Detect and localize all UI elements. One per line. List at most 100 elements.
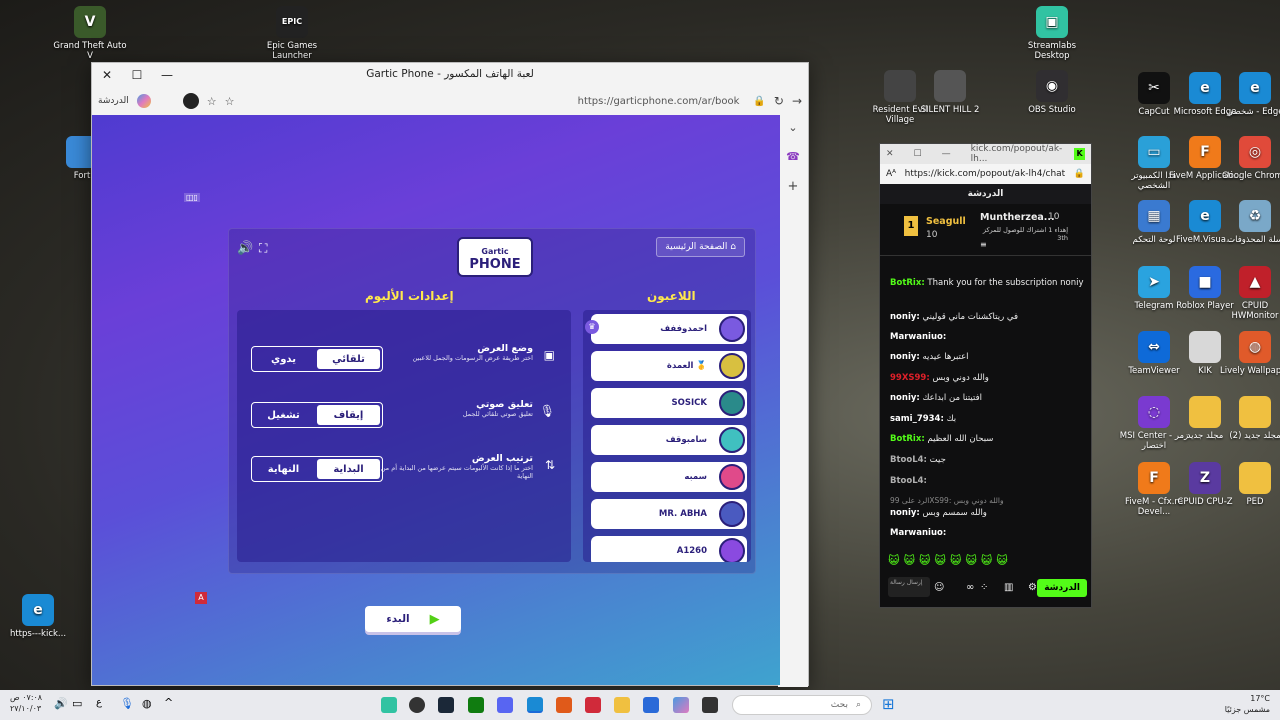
chat-username[interactable]: BotRix:	[890, 278, 925, 288]
desktop-icon[interactable]: ♻ سلة المحذوفات	[1217, 200, 1280, 245]
player-avatar	[719, 316, 745, 342]
player-avatar	[719, 427, 745, 453]
copilot-label[interactable]: الدردشة	[98, 96, 129, 106]
weather-widget[interactable]: 17°C مشمس جزئيًا	[1225, 693, 1270, 715]
chat-url[interactable]: https://kick.com/popout/ak-lh4/chat	[905, 169, 1066, 179]
copilot-icon[interactable]	[136, 94, 151, 108]
desktop-icon[interactable]: SILENT HILL 2	[912, 70, 988, 115]
url-field[interactable]: https://garticphone.com/ar/book	[242, 96, 745, 107]
setting-option-on[interactable]: البداية	[317, 459, 380, 479]
weather-desc: مشمس جزئيًا	[1224, 705, 1270, 714]
menu-icon[interactable]: ≡	[980, 240, 987, 249]
emoji-icon[interactable]: ☺	[934, 582, 944, 593]
chat-header: الدردشة	[880, 184, 1091, 204]
language-indicator[interactable]: ع	[96, 697, 102, 708]
microphone-icon[interactable]: 🎙	[120, 697, 134, 710]
desktop-icon[interactable]: ▣ Streamlabs Desktop	[1014, 6, 1090, 61]
people-icon[interactable]: ⁘	[980, 582, 988, 593]
taskbar: ٠٧:٠٨ ص ٢٧/١٠/٠٣ 🔊 ▭ ع 🎙 ◍ ^ بحث ⌕ ⊞ 17°…	[0, 690, 1280, 720]
windows-start-icon[interactable]: ⊞	[882, 695, 895, 713]
setting-option-off[interactable]: النهاية	[252, 457, 315, 481]
minimize-icon[interactable]: —	[152, 68, 182, 82]
firefox-task-icon[interactable]	[556, 697, 572, 713]
steam-task-icon[interactable]	[438, 697, 454, 713]
fullscreen-icon[interactable]: ⛶	[259, 241, 267, 256]
monitor-icon[interactable]: ▭	[72, 697, 82, 710]
desktop-icon[interactable]: e https---kick...	[0, 594, 76, 639]
desktop-icon[interactable]: PED	[1217, 462, 1280, 507]
desktop-icon[interactable]: ◍ Lively Wallpaper	[1217, 331, 1280, 376]
store-task-icon[interactable]	[643, 697, 659, 713]
setting-option-on[interactable]: تلقائي	[317, 349, 380, 369]
gear-icon[interactable]: ⚙	[1028, 582, 1037, 593]
chat-send-button[interactable]: الدردشة	[1037, 579, 1087, 597]
desktop-icon[interactable]: V Grand Theft Auto V	[52, 6, 128, 61]
add-icon[interactable]: +	[788, 179, 799, 194]
chat-username[interactable]: sami_7934:	[890, 414, 944, 424]
task-view-icon[interactable]	[702, 697, 718, 713]
volume-icon[interactable]: 🔊	[54, 697, 68, 710]
chat-username[interactable]: noniy:	[890, 352, 920, 362]
edge-task-icon[interactable]	[527, 697, 543, 713]
reload-icon[interactable]: ↻	[774, 94, 784, 108]
taskbar-search[interactable]: بحث ⌕	[732, 695, 872, 715]
chat-username[interactable]: noniy:	[890, 508, 920, 518]
copilot-task-icon[interactable]	[673, 697, 689, 713]
emote-bar[interactable]: 😺😺😺😺😺😺😺😺	[888, 554, 1012, 567]
network-icon[interactable]: ◍	[142, 697, 152, 710]
player-name: SOSICK	[671, 398, 707, 408]
setting-option-off[interactable]: تشغيل	[252, 403, 315, 427]
desktop-icon[interactable]: ◎ Google Chrome	[1217, 136, 1280, 181]
desktop-icon[interactable]: مجلد جديد (2)	[1217, 396, 1280, 441]
chat-message: noniy: اعتبرها عيديه	[890, 352, 1086, 363]
infinity-icon[interactable]: ∞	[966, 582, 974, 593]
translate-icon[interactable]: ◫▯	[184, 193, 200, 202]
setting-text: ترتيب العرض اختر ما إذا كانت الألبومات س…	[373, 453, 533, 480]
minimize-icon[interactable]: —	[942, 149, 951, 159]
store-icon[interactable]: ▥	[1004, 582, 1013, 593]
desktop-icon[interactable]: ◉ OBS Studio	[1014, 70, 1090, 115]
chat-username[interactable]: 99XS99:	[890, 373, 930, 383]
chat-input[interactable]: إرسال رسالة	[888, 577, 930, 597]
file-explorer-icon[interactable]	[614, 697, 630, 713]
chat-username[interactable]: Marwaniuo:	[890, 528, 946, 538]
chat-username[interactable]: BtooL4:	[890, 455, 927, 465]
chat-username[interactable]: noniy:	[890, 312, 920, 322]
desktop-icon-label: Streamlabs Desktop	[1027, 41, 1077, 61]
forward-icon[interactable]: →	[792, 94, 802, 108]
streamlabs-task-icon[interactable]	[381, 697, 397, 713]
player-avatar	[719, 501, 745, 527]
setting-option-on[interactable]: إيقاف	[317, 405, 380, 425]
xbox-task-icon[interactable]	[468, 697, 484, 713]
gartic-tab-icon[interactable]: ☎	[786, 150, 800, 163]
close-icon[interactable]: ✕	[92, 68, 122, 82]
chat-username[interactable]: noniy:	[890, 393, 920, 403]
clock[interactable]: ٠٧:٠٨ ص ٢٧/١٠/٠٣	[10, 692, 42, 714]
extensions-icon[interactable]: ☆	[207, 95, 217, 108]
discord-task-icon[interactable]	[497, 697, 513, 713]
desktop-icon[interactable]: e شخصي - Edge	[1217, 72, 1280, 117]
close-icon[interactable]: ✕	[886, 149, 894, 159]
start-button[interactable]: البدء ▶	[365, 606, 461, 632]
setting-option-off[interactable]: يدوي	[252, 347, 315, 371]
player-item: SOSICK	[591, 388, 747, 418]
chevron-down-icon[interactable]: ⌄	[788, 121, 797, 134]
obs-task-icon[interactable]	[409, 697, 425, 713]
adobe-task-icon[interactable]	[585, 697, 601, 713]
chevron-up-icon[interactable]: ^	[164, 696, 173, 709]
maximize-icon[interactable]: ☐	[914, 149, 922, 159]
home-button[interactable]: الصفحة الرئيسية ⌂	[656, 237, 745, 257]
edge-shortcut-icon: e	[22, 594, 54, 626]
chat-username[interactable]: BtooL4:	[890, 476, 927, 486]
recycle-bin-icon: ♻	[1239, 200, 1271, 232]
profile-avatar[interactable]	[182, 93, 199, 109]
desktop-icon[interactable]: EPIC Epic Games Launcher	[254, 6, 330, 61]
chat-username[interactable]: Marwaniuo:	[890, 332, 946, 342]
desktop-icon[interactable]: ▲ CPUID HWMonitor	[1217, 266, 1280, 321]
adobe-icon[interactable]: A	[195, 592, 207, 604]
chat-username[interactable]: BotRix:	[890, 434, 925, 444]
maximize-icon[interactable]: ☐	[122, 68, 152, 82]
reader-icon[interactable]: Aᴬ	[886, 169, 896, 179]
favorite-icon[interactable]: ☆	[225, 95, 235, 108]
sound-icon[interactable]: 🔊	[237, 241, 253, 256]
